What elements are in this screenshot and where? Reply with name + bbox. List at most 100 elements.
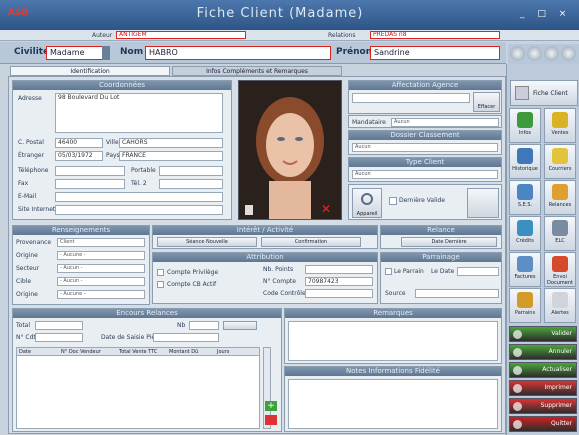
- adresse-field[interactable]: 98 Boulevard Du Lot: [55, 93, 223, 133]
- remove-row-icon[interactable]: [265, 415, 277, 425]
- remarques-title: Remarques: [285, 309, 501, 318]
- camera-icon: [361, 193, 373, 205]
- sidebar-item-relance[interactable]: Relances: [544, 180, 576, 215]
- ville-label: Ville: [106, 139, 119, 146]
- affectation-panel: Affectation Agence Effacer: [348, 80, 502, 114]
- first-icon[interactable]: [510, 46, 525, 61]
- date-saisie-field[interactable]: [153, 333, 219, 342]
- auteur-label: Auteur: [92, 32, 113, 39]
- print-button[interactable]: Imprimer: [509, 380, 577, 396]
- pays-label: Pays: [106, 152, 120, 159]
- tab-infos-complements[interactable]: Infos Compléments et Remarques: [172, 66, 342, 76]
- delete-button[interactable]: Supprimer: [509, 398, 577, 414]
- sidebar-item-info[interactable]: Infos: [509, 108, 541, 143]
- sidebar-item-alert[interactable]: Alertes: [544, 288, 576, 323]
- sidebar-item-label: Parrains: [514, 310, 536, 316]
- col-date[interactable]: Date: [17, 348, 61, 355]
- affectation-field[interactable]: [352, 93, 470, 103]
- cible-select[interactable]: - Aucun -: [57, 277, 145, 286]
- num-compte-field[interactable]: 70987423: [305, 277, 373, 286]
- quit-button[interactable]: Quitter: [509, 416, 577, 432]
- sidebar-item-doc[interactable]: Envoi Document: [544, 252, 576, 287]
- notes-textarea[interactable]: [288, 379, 498, 429]
- code-controle-label: Code Contrôle: [263, 290, 306, 297]
- parrain-date-field[interactable]: [457, 267, 499, 276]
- photo-delete-icon[interactable]: ✕: [321, 203, 333, 215]
- notes-title: Notes Informations Fidélité: [285, 367, 501, 376]
- next-icon[interactable]: [544, 46, 559, 61]
- col-total[interactable]: Total Vente TTC: [119, 348, 169, 355]
- fax-field[interactable]: [55, 179, 125, 189]
- sidebar-item-invoice[interactable]: Factures: [509, 252, 541, 287]
- sidebar-item-history[interactable]: Historique: [509, 144, 541, 179]
- mandataire-select[interactable]: Aucun: [391, 118, 499, 127]
- email-field[interactable]: [55, 192, 223, 202]
- chevron-down-icon[interactable]: [102, 46, 110, 60]
- sidebar-item-check[interactable]: ELC: [544, 216, 576, 251]
- origine2-select[interactable]: - Aucune -: [57, 290, 145, 299]
- col-doc[interactable]: N° Doc Vendeur: [61, 348, 119, 355]
- origine-select[interactable]: - Aucune -: [57, 251, 145, 260]
- refresh-button[interactable]: Actualiser: [509, 362, 577, 378]
- compte-privilege-checkbox[interactable]: [157, 269, 164, 276]
- last-icon[interactable]: [561, 46, 576, 61]
- sidebar-item-mail[interactable]: Courriers: [544, 144, 576, 179]
- nb-field[interactable]: [189, 321, 219, 330]
- pays-field[interactable]: FRANCE: [119, 151, 223, 161]
- type-client-select[interactable]: Aucun: [352, 170, 498, 179]
- portable-field[interactable]: [159, 166, 223, 176]
- seance-button[interactable]: Séance Nouvelle: [157, 237, 257, 247]
- encours-table[interactable]: Date N° Doc Vendeur Total Vente TTC Mont…: [16, 347, 260, 429]
- grid-filter-button[interactable]: [223, 321, 257, 330]
- site-field[interactable]: [55, 205, 223, 215]
- window-controls[interactable]: _ □ ×: [520, 9, 571, 19]
- photo-next-button[interactable]: [467, 188, 499, 218]
- confirmation-button[interactable]: Confirmation: [261, 237, 361, 247]
- auteur-field[interactable]: ANTIGEM: [116, 31, 246, 39]
- source-select[interactable]: [415, 289, 499, 298]
- prev-icon[interactable]: [527, 46, 542, 61]
- remarques-textarea[interactable]: [288, 321, 498, 361]
- coordonnees-title: Coordonnées: [13, 81, 231, 90]
- provenance-select[interactable]: Client: [57, 238, 145, 247]
- sidebar-item-group[interactable]: Parrains: [509, 288, 541, 323]
- tel2-field[interactable]: [159, 179, 223, 189]
- photo-load-icon[interactable]: [245, 205, 253, 215]
- encours-title: Encours Relances: [13, 309, 281, 318]
- secteur-select[interactable]: - Aucun -: [57, 264, 145, 273]
- add-row-icon[interactable]: +: [265, 401, 277, 411]
- sidebar-status: Valider Annuler Actualiser Imprimer Supprime…: [509, 326, 577, 434]
- cpostal-field[interactable]: 46400: [55, 138, 103, 148]
- dossier-select[interactable]: Aucun: [352, 143, 498, 152]
- ok-icon: [513, 330, 522, 339]
- code-controle-field[interactable]: [305, 289, 373, 298]
- civilite-select[interactable]: Madame: [46, 46, 108, 60]
- nom-field[interactable]: HABRO: [145, 46, 331, 60]
- nb-label: Nb: [177, 322, 186, 329]
- parrain-checkbox[interactable]: [385, 268, 392, 275]
- total-label: Total: [16, 322, 31, 329]
- nb-points-field[interactable]: [305, 265, 373, 274]
- fiche-client-button[interactable]: Fiche Client: [510, 80, 578, 106]
- prenom-field[interactable]: Sandrine: [370, 46, 500, 60]
- etranger-field[interactable]: 05/03/1972: [55, 151, 103, 161]
- cancel-button[interactable]: Annuler: [509, 344, 577, 360]
- telephone-field[interactable]: [55, 166, 125, 176]
- derniere-valide-checkbox[interactable]: [389, 197, 397, 205]
- relations-field[interactable]: PREDAS n8: [370, 31, 500, 39]
- ville-field[interactable]: CAHORS: [119, 138, 223, 148]
- sidebar-item-ses[interactable]: S.E.S.: [509, 180, 541, 215]
- date-derniere-button[interactable]: Date Dernière: [401, 237, 497, 247]
- col-montant[interactable]: Montant Dû: [169, 348, 217, 355]
- total-field[interactable]: [35, 321, 83, 330]
- client-photo[interactable]: ✕: [238, 80, 342, 220]
- sidebar-item-sales[interactable]: Ventes: [544, 108, 576, 143]
- sidebar-item-credit[interactable]: Crédits: [509, 216, 541, 251]
- effacer-button[interactable]: Effacer: [473, 92, 500, 112]
- tab-identification[interactable]: Identification: [10, 66, 170, 76]
- ok-button[interactable]: Valider: [509, 326, 577, 342]
- alert-icon: [552, 292, 568, 308]
- col-jours[interactable]: Jours: [217, 348, 257, 355]
- compte-cb-checkbox[interactable]: [157, 281, 164, 288]
- numcdt-field[interactable]: [35, 333, 83, 342]
